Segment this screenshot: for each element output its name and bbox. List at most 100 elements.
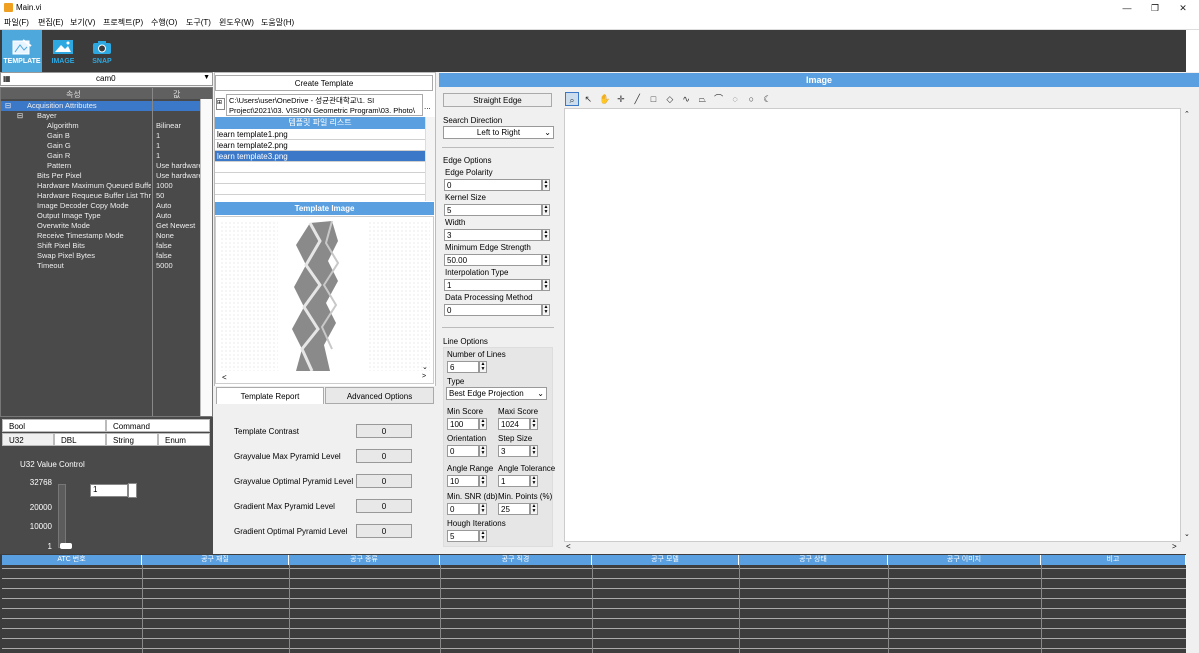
min-snr-spinner[interactable]: ▲ ▼ bbox=[479, 503, 487, 515]
property-row[interactable]: Bits Per Pixel Use hardware bbox=[1, 171, 200, 181]
image-horizontal-scrollbar[interactable]: < > bbox=[564, 542, 1181, 554]
property-scrollbar[interactable] bbox=[200, 99, 212, 416]
annulus-icon[interactable]: ◌ bbox=[728, 92, 742, 106]
menu-help[interactable]: 도움말(H) bbox=[261, 17, 294, 28]
search-direction-select[interactable]: Left to Right ⌄ bbox=[443, 126, 554, 139]
property-row[interactable]: Hardware Maximum Queued Buffe 1000 bbox=[1, 181, 200, 191]
menu-window[interactable]: 윈도우(W) bbox=[219, 17, 254, 28]
property-row[interactable]: ⊟ Bayer bbox=[1, 111, 200, 121]
image-vertical-scrollbar[interactable]: ⌃ ⌄ bbox=[1181, 108, 1194, 542]
browse-button[interactable]: ... bbox=[424, 102, 431, 111]
property-value[interactable]: None bbox=[156, 231, 200, 240]
tab-template-report[interactable]: Template Report bbox=[216, 387, 324, 404]
u32-slider[interactable] bbox=[58, 484, 66, 548]
template-list-scrollbar[interactable] bbox=[425, 117, 435, 201]
scroll-left-icon[interactable]: < bbox=[222, 373, 227, 382]
scroll-right-icon[interactable]: > bbox=[1172, 542, 1177, 551]
property-row[interactable]: Image Decoder Copy Mode Auto bbox=[1, 201, 200, 211]
min-snr-field[interactable]: 0 bbox=[447, 503, 479, 515]
u32-spinner[interactable] bbox=[128, 483, 137, 498]
window-scrollbar-bottom[interactable] bbox=[1186, 554, 1199, 653]
oval-icon[interactable]: ○ bbox=[744, 92, 758, 106]
property-row[interactable]: Gain G 1 bbox=[1, 141, 200, 151]
maxi-score-field[interactable]: 1024 bbox=[498, 418, 530, 430]
tool-table-column-header[interactable]: 공구 모델 bbox=[592, 555, 739, 565]
edge-field-input[interactable]: 3 bbox=[444, 229, 542, 241]
edge-field-spinner[interactable]: ▲ ▼ bbox=[542, 279, 550, 291]
template-button[interactable]: TEMPLATE bbox=[2, 30, 42, 72]
angle-range-spinner[interactable]: ▲ ▼ bbox=[479, 475, 487, 487]
hough-iterations-field[interactable]: 5 bbox=[447, 530, 479, 542]
property-row[interactable]: Overwrite Mode Get Newest bbox=[1, 221, 200, 231]
property-value[interactable]: Get Newest bbox=[156, 221, 200, 230]
step-size-spinner[interactable]: ▲ ▼ bbox=[530, 445, 538, 457]
crosshair-icon[interactable]: ✛ bbox=[614, 92, 628, 106]
freehand-icon[interactable]: ⌒ bbox=[712, 92, 726, 106]
tab-enum[interactable]: Enum bbox=[158, 433, 210, 446]
tab-dbl[interactable]: DBL bbox=[54, 433, 106, 446]
hough-iterations-spinner[interactable]: ▲ ▼ bbox=[479, 530, 487, 542]
min-score-spinner[interactable]: ▲ ▼ bbox=[479, 418, 487, 430]
angle-tolerance-field[interactable]: 1 bbox=[498, 475, 530, 487]
tool-table-column-header[interactable]: 비고 bbox=[1041, 555, 1186, 565]
orientation-spinner[interactable]: ▲ ▼ bbox=[479, 445, 487, 457]
tool-table-column-header[interactable]: 공구 상태 bbox=[739, 555, 888, 565]
number-of-lines-field[interactable]: 6 bbox=[447, 361, 479, 373]
menu-operate[interactable]: 수행(O) bbox=[151, 17, 177, 28]
min-points-field[interactable]: 25 bbox=[498, 503, 530, 515]
folder-path-icon[interactable]: ⊞ bbox=[216, 98, 225, 110]
property-value[interactable]: Bilinear bbox=[156, 121, 200, 130]
property-value[interactable]: Use hardware bbox=[156, 171, 200, 180]
u32-slider-knob[interactable] bbox=[60, 543, 72, 549]
type-select[interactable]: Best Edge Projection ⌄ bbox=[446, 387, 547, 400]
expand-icon[interactable]: ⊟ bbox=[5, 101, 11, 110]
property-row[interactable]: Pattern Use hardware bbox=[1, 161, 200, 171]
property-value[interactable]: 1000 bbox=[156, 181, 200, 190]
polygon-icon[interactable]: ⏢ bbox=[695, 92, 709, 106]
property-row[interactable]: Gain R 1 bbox=[1, 151, 200, 161]
tab-string[interactable]: String bbox=[106, 433, 158, 446]
angle-range-field[interactable]: 10 bbox=[447, 475, 479, 487]
scroll-down-icon[interactable]: ⌄ bbox=[422, 363, 428, 371]
edge-field-input[interactable]: 5 bbox=[444, 204, 542, 216]
pan-icon[interactable]: ✋ bbox=[598, 92, 612, 106]
property-value[interactable]: false bbox=[156, 251, 200, 260]
rectangle-icon[interactable]: □ bbox=[647, 92, 661, 106]
tool-table-column-header[interactable]: 공구 이미지 bbox=[888, 555, 1041, 565]
property-value[interactable]: Auto bbox=[156, 211, 200, 220]
image-display[interactable] bbox=[564, 108, 1181, 542]
property-value[interactable]: Auto bbox=[156, 201, 200, 210]
close-icon[interactable]: ✕ bbox=[1169, 1, 1197, 15]
menu-project[interactable]: 프로젝트(P) bbox=[103, 17, 143, 28]
property-row[interactable]: Shift Pixel Bits false bbox=[1, 241, 200, 251]
column-divider[interactable] bbox=[152, 88, 153, 416]
property-row[interactable]: Algorithm Bilinear bbox=[1, 121, 200, 131]
edge-field-spinner[interactable]: ▲ ▼ bbox=[542, 179, 550, 191]
freehand-line-icon[interactable]: ∿ bbox=[679, 92, 693, 106]
maximize-icon[interactable]: ❐ bbox=[1141, 1, 1169, 15]
menu-view[interactable]: 보기(V) bbox=[70, 17, 95, 28]
maxi-score-spinner[interactable]: ▲ ▼ bbox=[530, 418, 538, 430]
property-value[interactable]: 50 bbox=[156, 191, 200, 200]
edge-field-spinner[interactable]: ▲ ▼ bbox=[542, 204, 550, 216]
tab-bool[interactable]: Bool bbox=[2, 419, 106, 432]
tool-table-column-header[interactable]: 공구 종류 bbox=[289, 555, 440, 565]
orientation-field[interactable]: 0 bbox=[447, 445, 479, 457]
broken-annulus-icon[interactable]: ☾ bbox=[761, 92, 775, 106]
pointer-icon[interactable]: ↖ bbox=[581, 92, 595, 106]
edge-field-input[interactable]: 1 bbox=[444, 279, 542, 291]
property-row[interactable]: Output Image Type Auto bbox=[1, 211, 200, 221]
template-file-item[interactable]: learn template3.png bbox=[215, 151, 425, 162]
min-score-field[interactable]: 100 bbox=[447, 418, 479, 430]
menu-file[interactable]: 파일(F) bbox=[4, 17, 29, 28]
image-button[interactable]: IMAGE bbox=[43, 30, 83, 72]
chevron-down-icon[interactable]: ▼ bbox=[203, 74, 210, 81]
menu-tools[interactable]: 도구(T) bbox=[186, 17, 211, 28]
property-row[interactable]: Swap Pixel Bytes false bbox=[1, 251, 200, 261]
u32-value-field[interactable]: 1 bbox=[90, 484, 128, 497]
min-points-spinner[interactable]: ▲ ▼ bbox=[530, 503, 538, 515]
angle-tolerance-spinner[interactable]: ▲ ▼ bbox=[530, 475, 538, 487]
camera-select[interactable]: ▦ cam0 ▼ bbox=[0, 72, 213, 86]
property-value[interactable]: Use hardware bbox=[156, 161, 200, 170]
property-value[interactable]: 1 bbox=[156, 131, 200, 140]
